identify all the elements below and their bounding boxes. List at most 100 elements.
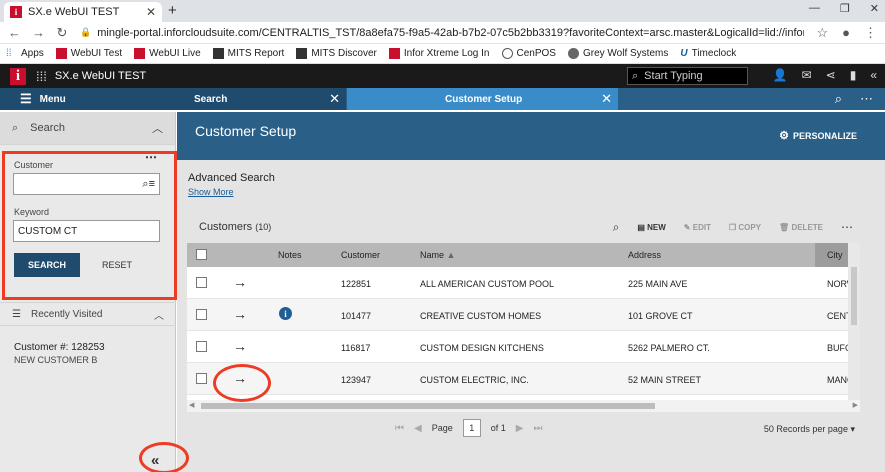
previous-page-icon[interactable]: ◀ [414, 423, 422, 434]
table-row[interactable]: → 116817 CUSTOM DESIGN KITCHENS 5262 PAL… [187, 331, 848, 363]
first-page-icon[interactable]: ⏮ [395, 423, 404, 434]
search-icon: ⌕ [632, 69, 639, 82]
share-icon[interactable]: ⋖ [826, 68, 836, 82]
cell-name: CUSTOM ELECTRIC, INC. [420, 375, 529, 385]
bookmark-cenpos[interactable]: CenPOS [501, 48, 556, 59]
forward-icon[interactable]: → [32, 25, 45, 40]
user-icon[interactable]: 👤 [773, 68, 788, 82]
last-page-icon[interactable]: ⏭ [533, 423, 542, 434]
bookmark-apps[interactable]: ⁞⁞ Apps [6, 48, 44, 59]
chevron-up-icon[interactable]: ︿ [152, 120, 163, 136]
bookmark-webui-test[interactable]: WebUI Test [55, 48, 122, 59]
arrow-right-icon[interactable]: → [233, 338, 247, 354]
reload-icon[interactable]: ↻ [56, 25, 68, 41]
next-page-icon[interactable]: ▶ [516, 423, 524, 434]
hamburger-icon: ☰ [20, 91, 32, 106]
row-checkbox[interactable] [196, 277, 207, 288]
url-text: mingle-portal.inforcloudsuite.com/CENTRA… [97, 26, 805, 39]
row-checkbox[interactable] [196, 373, 207, 384]
star-icon[interactable]: ☆ [816, 25, 828, 41]
column-header-name[interactable]: Name ▲ [420, 250, 455, 260]
annotation-circle [213, 364, 271, 402]
list-icon: ☰ [12, 308, 21, 320]
recently-visited-header[interactable]: ☰ Recently Visited ︿ [0, 302, 176, 326]
page-number-input[interactable]: 1 [462, 419, 481, 437]
menu-label: Menu [39, 93, 66, 105]
close-icon[interactable]: ✕ [146, 5, 156, 19]
arrow-right-icon[interactable]: → [233, 306, 247, 322]
wolf-icon [567, 48, 579, 59]
select-all-checkbox[interactable] [196, 249, 207, 260]
apps-grid-icon: ⁞⁞ [6, 48, 12, 59]
browser-tab-title: SX.e WebUI TEST [28, 6, 120, 18]
close-tab-icon[interactable]: ✕ [601, 91, 612, 107]
new-button[interactable]: ▤ NEW [637, 223, 665, 232]
column-header-address[interactable]: Address [628, 250, 661, 260]
column-header-city[interactable]: City [815, 243, 848, 267]
window-close-icon[interactable]: ✕ [870, 2, 879, 15]
column-header-customer[interactable]: Customer [341, 250, 380, 260]
minimize-icon[interactable]: — [809, 2, 820, 15]
edit-button[interactable]: ✎ EDIT [684, 223, 711, 232]
cell-name: CUSTOM DESIGN KITCHENS [420, 343, 544, 353]
recent-item[interactable]: Customer #: 128253 NEW CUSTOMER B [14, 342, 105, 366]
bookmark-mits-discover[interactable]: MITS Discover [296, 48, 377, 59]
kebab-icon[interactable]: ⋮ [864, 25, 877, 41]
scroll-right-icon[interactable]: ▶ [853, 401, 858, 409]
copy-button[interactable]: ❐ COPY [729, 223, 761, 232]
recent-item-title: Customer #: 128253 [14, 342, 105, 353]
browser-tab[interactable]: i SX.e WebUI TEST ✕ [4, 2, 162, 22]
bookmark-webui-live[interactable]: WebUI Live [134, 48, 201, 59]
main-content: Customer Setup ⚙ PERSONALIZE Advanced Se… [177, 112, 885, 472]
more-icon[interactable]: ⋯ [841, 220, 853, 234]
arrow-right-icon[interactable]: → [233, 274, 247, 290]
chevron-down-icon: ▾ [850, 424, 855, 434]
close-tab-icon[interactable]: ✕ [329, 91, 340, 107]
info-icon[interactable]: i [279, 307, 292, 320]
url-field[interactable]: 🔒 mingle-portal.inforcloudsuite.com/CENT… [80, 27, 804, 39]
table-row[interactable]: → 122851 ALL AMERICAN CUSTOM POOL 225 MA… [187, 267, 848, 299]
row-checkbox[interactable] [196, 309, 207, 320]
menu-button[interactable]: ☰ Menu [0, 88, 176, 110]
bookmark-infor-xtreme[interactable]: Infor Xtreme Log In [388, 48, 490, 59]
bookmark-timeclock[interactable]: U Timeclock [680, 48, 736, 59]
records-per-page-select[interactable]: 50 Records per page ▾ [764, 424, 855, 435]
cell-name: ALL AMERICAN CUSTOM POOL [420, 279, 555, 289]
profile-icon[interactable]: ● [842, 25, 850, 40]
grid-header: Notes Customer Name ▲ Address City [187, 243, 848, 267]
cell-customer: 123947 [341, 375, 372, 385]
bookmark-mits-report[interactable]: MITS Report [212, 48, 284, 59]
horizontal-scroll-thumb[interactable] [201, 403, 655, 409]
vertical-scrollbar[interactable] [851, 267, 857, 325]
search-icon[interactable]: ⌕ [835, 91, 842, 107]
tab-customer-setup[interactable]: Customer Setup ✕ [347, 88, 618, 110]
infor-logo[interactable]: i [10, 67, 26, 85]
horizontal-scrollbar[interactable]: ◀ ▶ [187, 400, 860, 412]
column-header-notes[interactable]: Notes [278, 250, 302, 260]
table-row[interactable]: → 123947 CUSTOM ELECTRIC, INC. 52 MAIN S… [187, 363, 848, 395]
show-more-link[interactable]: Show More [188, 187, 234, 197]
cell-customer: 116817 [341, 343, 371, 353]
mail-icon[interactable]: ✉ [802, 68, 812, 82]
bookmark-grey-wolf[interactable]: Grey Wolf Systems [567, 48, 668, 59]
personalize-button[interactable]: ⚙ PERSONALIZE [779, 129, 857, 142]
global-search-input[interactable]: ⌕ Start Typing [627, 67, 748, 85]
infor-favicon-icon: i [10, 6, 22, 18]
restore-icon[interactable]: ❐ [840, 2, 850, 15]
table-row[interactable]: → i 101477 CREATIVE CUSTOM HOMES 101 GRO… [187, 299, 848, 331]
scroll-left-icon[interactable]: ◀ [189, 401, 194, 409]
tab-search[interactable]: Search ✕ [176, 88, 346, 110]
new-tab-icon[interactable]: + [168, 2, 177, 19]
bookmark-icon[interactable]: ▮ [850, 68, 857, 82]
delete-button[interactable]: 🗑 DELETE [779, 223, 823, 232]
collapse-header-icon[interactable]: « [870, 68, 877, 82]
chevron-up-icon[interactable]: ︿ [154, 307, 164, 322]
back-icon[interactable]: ← [8, 25, 21, 40]
search-panel-header[interactable]: ⌕ Search ︿ [0, 112, 175, 145]
row-checkbox[interactable] [196, 341, 207, 352]
annotation-box [2, 151, 177, 300]
app-grid-icon[interactable]: ⁞⁞⁞ [36, 69, 47, 84]
more-icon[interactable]: ⋯ [860, 91, 873, 107]
search-icon[interactable]: ⌕ [613, 220, 620, 235]
page-label: Page [431, 423, 453, 433]
